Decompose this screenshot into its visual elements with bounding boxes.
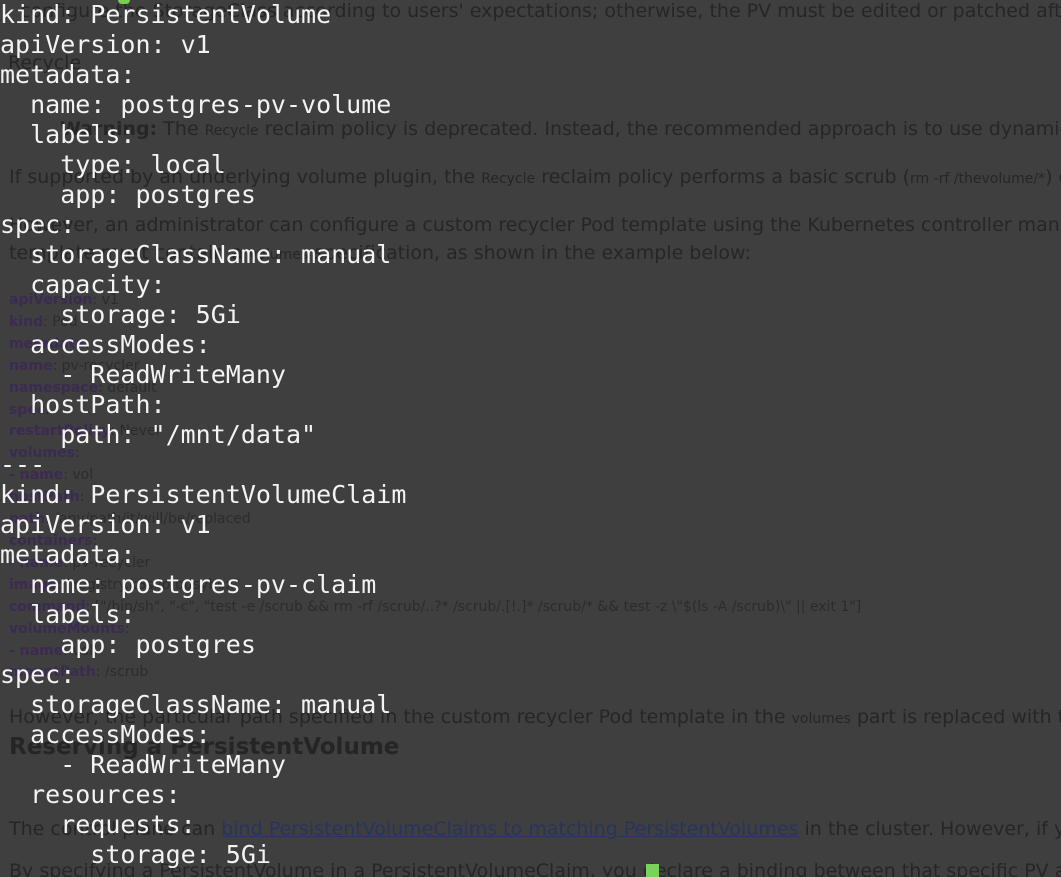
terminal-line: kind: PersistentVolumeClaim: [0, 480, 407, 509]
terminal-line: name: postgres-pv-claim: [0, 570, 377, 599]
terminal-line: requests:: [0, 810, 196, 839]
terminal-line: - ReadWriteMany: [0, 750, 286, 779]
terminal-cursor: [646, 864, 659, 877]
control-post: in the cluster. However, if yo: [804, 818, 1061, 840]
terminal-line: - ReadWriteMany: [0, 360, 286, 389]
terminal-line: kind: PersistentVolume: [0, 0, 332, 29]
terminal-line: accessModes:: [0, 720, 211, 749]
terminal-line: apiVersion: v1: [0, 510, 211, 539]
terminal-line: spec:: [0, 210, 76, 239]
terminal-line: labels:: [0, 120, 136, 149]
terminal-line: path: "/mnt/data": [0, 420, 317, 449]
terminal-line: storage: 5Gi: [0, 300, 241, 329]
terminal-line: storageClassName: manual: [0, 690, 392, 719]
terminal-line: hostPath:: [0, 390, 166, 419]
terminal-line: storageClassName: manual: [0, 240, 392, 269]
supported-post: ) o: [1045, 166, 1061, 188]
terminal-line: ---: [0, 450, 46, 479]
terminal-line: apiVersion: v1: [0, 30, 211, 59]
terminal-line: app: postgres: [0, 180, 256, 209]
supported-mid: reclaim policy performs a basic scrub (: [541, 166, 910, 188]
terminal-line: spec:: [0, 660, 76, 689]
terminal-line: metadata:: [0, 540, 136, 569]
however-code: volumes: [791, 711, 851, 727]
terminal-line: accessModes:: [0, 330, 211, 359]
terminal-output[interactable]: kind: PersistentVolume apiVersion: v1 meta…: [0, 0, 406, 870]
terminal-line: storage: 5Gi: [0, 840, 271, 869]
terminal-line: metadata:: [0, 60, 136, 89]
terminal-line: resources:: [0, 780, 181, 809]
terminal-line: type: local: [0, 150, 226, 179]
terminal-line: app: postgres: [0, 630, 256, 659]
however-post: part is replaced with the: [856, 706, 1061, 728]
terminal-line: name: postgres-pv-volume: [0, 90, 392, 119]
supported-code: Recycle: [481, 171, 536, 187]
supported-code2: rm -rf /thevolume/*: [910, 171, 1046, 187]
terminal-line: capacity:: [0, 270, 166, 299]
terminal-line: labels:: [0, 600, 136, 629]
